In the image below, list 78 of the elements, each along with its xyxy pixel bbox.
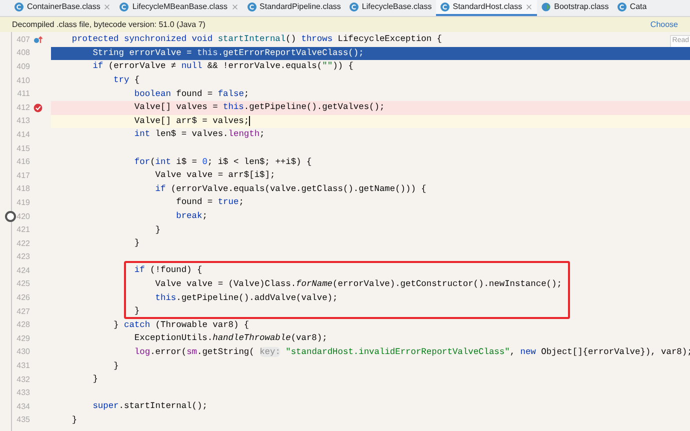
handle-icon[interactable] [5, 211, 16, 222]
line-number: 431 [16, 360, 31, 372]
code-editor[interactable] [11, 32, 690, 431]
line-number: 435 [16, 414, 31, 426]
line-number: 408 [16, 47, 31, 60]
code-line: } [92, 373, 98, 386]
line-number: 414 [16, 128, 31, 141]
line-number: 418 [16, 183, 31, 196]
code-line: try { [112, 74, 140, 88]
class-icon [14, 2, 24, 12]
line-number: 432 [16, 374, 31, 386]
close-icon[interactable] [525, 3, 534, 11]
line-number: 429 [16, 332, 31, 345]
editor-tab[interactable]: StandardHost.class [436, 0, 538, 16]
class-icon [119, 2, 130, 12]
line-number: 415 [16, 142, 31, 155]
editor-tab[interactable]: LifecycleBase.class [344, 0, 436, 16]
code-line: } [112, 360, 119, 373]
line-number: 411 [16, 88, 31, 100]
line-number: 433 [16, 387, 31, 400]
override-icon[interactable] [33, 34, 43, 45]
code-line: Valve valve = arr$[i$]; [154, 169, 276, 182]
line-number: 425 [16, 278, 31, 290]
code-line: break; [175, 210, 208, 223]
line-number: 423 [16, 251, 31, 264]
choose-link[interactable]: Choose [650, 18, 678, 30]
code-line: this.getPipeline().addValve(valve); [154, 292, 338, 305]
line-number: 412 [16, 102, 31, 114]
editor-tab[interactable]: Cata [612, 0, 651, 16]
code-line: String errorValve = this.getErrorReportValveClass(); [92, 46, 364, 60]
line-number: 417 [16, 170, 31, 182]
code-line: } [133, 305, 140, 318]
line-number: 421 [16, 224, 31, 236]
line-number: 420 [16, 210, 31, 223]
editor-tab[interactable]: StandardPipeline.class [242, 0, 345, 16]
line-number: 426 [16, 292, 31, 304]
line-number: 413 [16, 115, 31, 128]
code-line: Valve valve = (Valve)Class.forName(errorValve).getConstructor().newInstance(); [154, 278, 562, 291]
class-run-icon [541, 2, 552, 12]
code-line: if (!found) { [133, 264, 202, 278]
code-line: if (errorValve ≠ null && !errorValve.equals("")) { [92, 60, 354, 74]
code-line: ExceptionUtils.handleThrowable(var8); [133, 332, 328, 346]
class-icon [246, 2, 257, 12]
code-line: boolean found = false; [133, 88, 250, 101]
breakpoint-icon[interactable] [33, 102, 43, 113]
code-line: } [70, 414, 78, 427]
code-line: Valve[] valves = this.getPipeline().getValves(); [133, 101, 385, 114]
code-line: } catch (Throwable var8) { [112, 318, 250, 332]
code-line: int len$ = valves.length; [133, 128, 265, 142]
line-number: 428 [16, 319, 31, 332]
code-line: if (errorValve.equals(valve.getClass().getName())) { [154, 182, 426, 196]
editor-tab[interactable]: LifecycleMBeanBase.class [115, 0, 243, 16]
line-number: 434 [16, 400, 31, 413]
line-number: 427 [16, 306, 31, 318]
line-number: 407 [16, 34, 31, 46]
code-line: } [133, 237, 140, 250]
code-line: protected synchronized void startInternal() throws LifecycleException { [70, 33, 442, 46]
line-number: 422 [16, 238, 31, 250]
code-line: found = true; [175, 196, 244, 210]
close-icon[interactable] [103, 3, 112, 11]
notice-text: Decompiled .class file, bytecode version: 51.0 (Java 7) [12, 18, 206, 30]
line-number: 419 [16, 196, 31, 209]
class-icon [348, 2, 359, 12]
line-number: 409 [16, 60, 31, 73]
line-number: 430 [16, 346, 31, 358]
code-line: log.error(sm.getString( key: "standardHost.invalidErrorReportValveClass", new Object[]{errorValve}), var8); [133, 346, 690, 359]
class-icon [616, 2, 627, 12]
close-icon[interactable] [230, 3, 239, 11]
line-number: 424 [16, 264, 31, 277]
code-line: Valve[] arr$ = valves; [133, 114, 250, 128]
line-number: 410 [16, 74, 31, 87]
editor-tab[interactable]: Bootstrap.class [537, 0, 613, 16]
code-line: for(int i$ = 0; i$ < len$; ++i$) { [133, 156, 312, 169]
code-line: super.startInternal(); [92, 400, 208, 414]
editor-tab[interactable]: ContainerBase.class [10, 0, 116, 16]
class-icon [440, 2, 450, 12]
code-line: } [154, 224, 160, 237]
line-number: 416 [16, 156, 31, 168]
